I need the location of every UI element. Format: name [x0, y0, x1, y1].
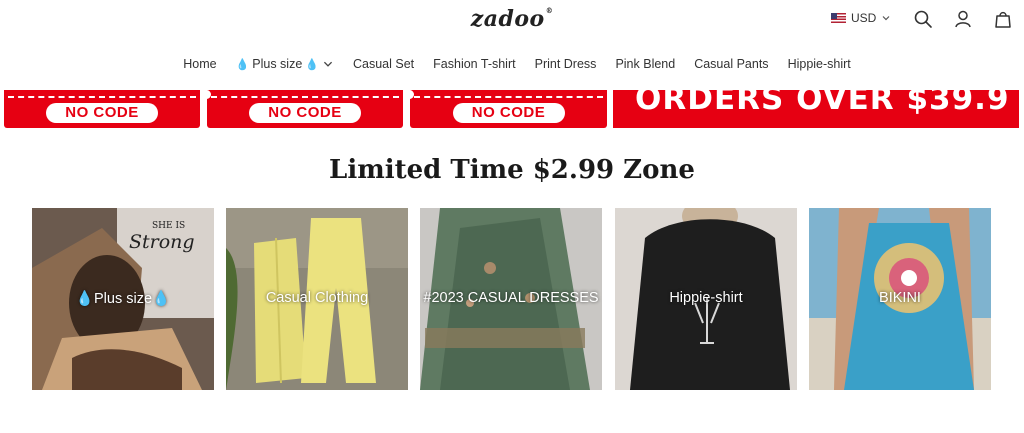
nav-casual-set[interactable]: Casual Set: [353, 57, 414, 71]
card-label: 💧Plus size💧: [32, 290, 214, 307]
card-label: Hippie-shirt: [669, 290, 743, 306]
coupon-dash: [211, 96, 399, 98]
nav-label: Fashion T-shirt: [433, 57, 516, 71]
logo-text[interactable]: zadoo: [471, 6, 545, 32]
coupon-label: NO CODE: [46, 103, 158, 123]
category-card-plus-size[interactable]: SHE IS Strong 💧Plus size💧: [32, 208, 214, 390]
site-header: zadoo® USD Home 💧 Plus size 💧 Casual Set…: [0, 0, 1024, 90]
zone-title: Limited Time $2.99 Zone: [329, 155, 695, 185]
logo-trademark: ®: [545, 6, 554, 15]
nav-plus-size[interactable]: 💧 Plus size 💧: [236, 57, 334, 71]
category-card-casual-dresses[interactable]: #2023 CASUAL DRESSES: [420, 208, 602, 390]
nav-label: Casual Set: [353, 57, 415, 71]
nav-label: Plus size: [252, 57, 303, 71]
nav-casual-pants[interactable]: Casual Pants: [694, 57, 768, 71]
nav-label: Casual Pants: [694, 57, 769, 71]
category-card-casual-clothing[interactable]: Casual Clothing: [226, 208, 408, 390]
nav-label: Hippie-shirt: [787, 57, 851, 71]
nav-print-dress[interactable]: Print Dress: [535, 57, 597, 71]
svg-text:Strong: Strong: [129, 231, 195, 253]
category-card-bikini[interactable]: BIKINI: [809, 208, 991, 390]
drop-icon: 💧: [235, 58, 250, 71]
nav-hippie-shirt[interactable]: Hippie-shirt: [788, 57, 851, 71]
coupon-label: NO CODE: [249, 103, 361, 123]
drop-icon: 💧: [305, 58, 319, 71]
coupon-banner-3[interactable]: NO CODE: [410, 90, 607, 128]
nav-pink-blend[interactable]: Pink Blend: [615, 57, 675, 71]
drop-icon: 💧: [152, 291, 171, 307]
nav-label: Print Dress: [534, 57, 597, 71]
nav-fashion-tshirt[interactable]: Fashion T-shirt: [433, 57, 515, 71]
us-flag-icon: [831, 13, 846, 23]
currency-selector[interactable]: USD: [831, 11, 891, 25]
cart-bag-icon[interactable]: [993, 9, 1013, 29]
coupon-banner-2[interactable]: NO CODE: [207, 90, 403, 128]
currency-label: USD: [851, 11, 877, 25]
svg-text:SHE IS: SHE IS: [152, 221, 185, 231]
chevron-down-icon: [882, 16, 890, 21]
category-card-hippie-shirt[interactable]: Hippie-shirt: [615, 208, 797, 390]
coupon-banner-1[interactable]: NO CODE: [4, 90, 200, 128]
chevron-down-icon: [323, 61, 333, 67]
main-nav: Home 💧 Plus size 💧 Casual Set Fashion T-…: [0, 57, 1024, 71]
coupon-label: NO CODE: [452, 103, 565, 123]
card-label: BIKINI: [879, 290, 921, 306]
drop-icon: 💧: [75, 291, 94, 307]
orders-over-banner[interactable]: ORDERS OVER $39.9: [613, 90, 1019, 128]
nav-label: Home: [183, 57, 217, 71]
card-label: Casual Clothing: [265, 290, 369, 306]
coupon-dash: [414, 96, 603, 98]
card-label: #2023 CASUAL DRESSES: [423, 290, 599, 306]
coupon-dash: [8, 96, 196, 98]
nav-label: Pink Blend: [615, 57, 676, 71]
account-icon[interactable]: [953, 9, 973, 29]
card-label-text: Plus size: [93, 291, 153, 307]
search-icon[interactable]: [913, 9, 933, 29]
nav-home[interactable]: Home: [183, 57, 216, 71]
orders-over-text: ORDERS OVER $39.9: [635, 90, 1010, 117]
